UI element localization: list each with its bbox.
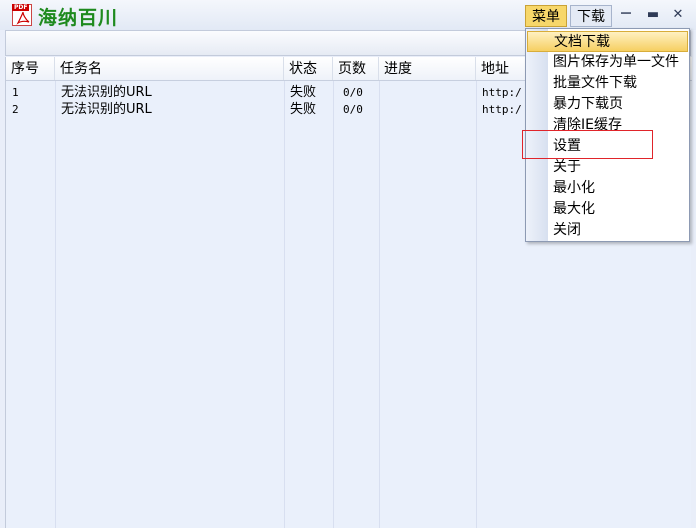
column-header-status[interactable]: 状态 <box>284 57 333 80</box>
pdf-badge: PDF <box>12 4 30 11</box>
column-header-pages[interactable]: 页数 <box>333 57 379 80</box>
menu-item-close[interactable]: 关闭 <box>527 220 688 241</box>
maximize-icon[interactable]: ▬ <box>643 6 663 24</box>
row-url: http:/ <box>482 103 522 116</box>
pdf-app-icon: PDF <box>12 4 32 26</box>
menu-item-force-download-page[interactable]: 暴力下载页 <box>527 94 688 115</box>
column-header-task-name[interactable]: 任务名 <box>55 57 284 80</box>
column-header-index[interactable]: 序号 <box>6 57 55 80</box>
row-index: 2 <box>12 103 19 116</box>
annotation-highlight-box <box>522 130 653 159</box>
row-status: 失败 <box>290 102 317 117</box>
title-bar: PDF 海纳百川 菜单 下载 － ▬ ✕ <box>0 0 696 30</box>
row-task-name: 无法识别的URL <box>61 102 152 117</box>
row-task-name: 无法识别的URL <box>61 85 152 100</box>
minimize-icon[interactable]: － <box>616 6 636 24</box>
row-progress <box>379 101 476 118</box>
row-progress <box>379 84 476 101</box>
row-pages: 0/0 <box>343 86 363 99</box>
row-status: 失败 <box>290 85 317 100</box>
row-pages: 0/0 <box>343 103 363 116</box>
acrobat-icon <box>16 11 30 25</box>
app-title: 海纳百川 <box>38 7 119 29</box>
menu-item-minimize[interactable]: 最小化 <box>527 178 688 199</box>
column-header-progress[interactable]: 进度 <box>379 57 476 80</box>
download-button[interactable]: 下载 <box>570 5 612 27</box>
close-icon[interactable]: ✕ <box>668 6 688 24</box>
menu-item-batch-download[interactable]: 批量文件下载 <box>527 73 688 94</box>
row-index: 1 <box>12 86 19 99</box>
menu-button[interactable]: 菜单 <box>525 5 567 27</box>
menu-item-maximize[interactable]: 最大化 <box>527 199 688 220</box>
menu-item-document-download[interactable]: 文档下载 <box>527 31 688 52</box>
menu-item-save-images-single-file[interactable]: 图片保存为单一文件 <box>527 52 688 73</box>
menu-item-about[interactable]: 关于 <box>527 157 688 178</box>
row-url: http:/ <box>482 86 522 99</box>
